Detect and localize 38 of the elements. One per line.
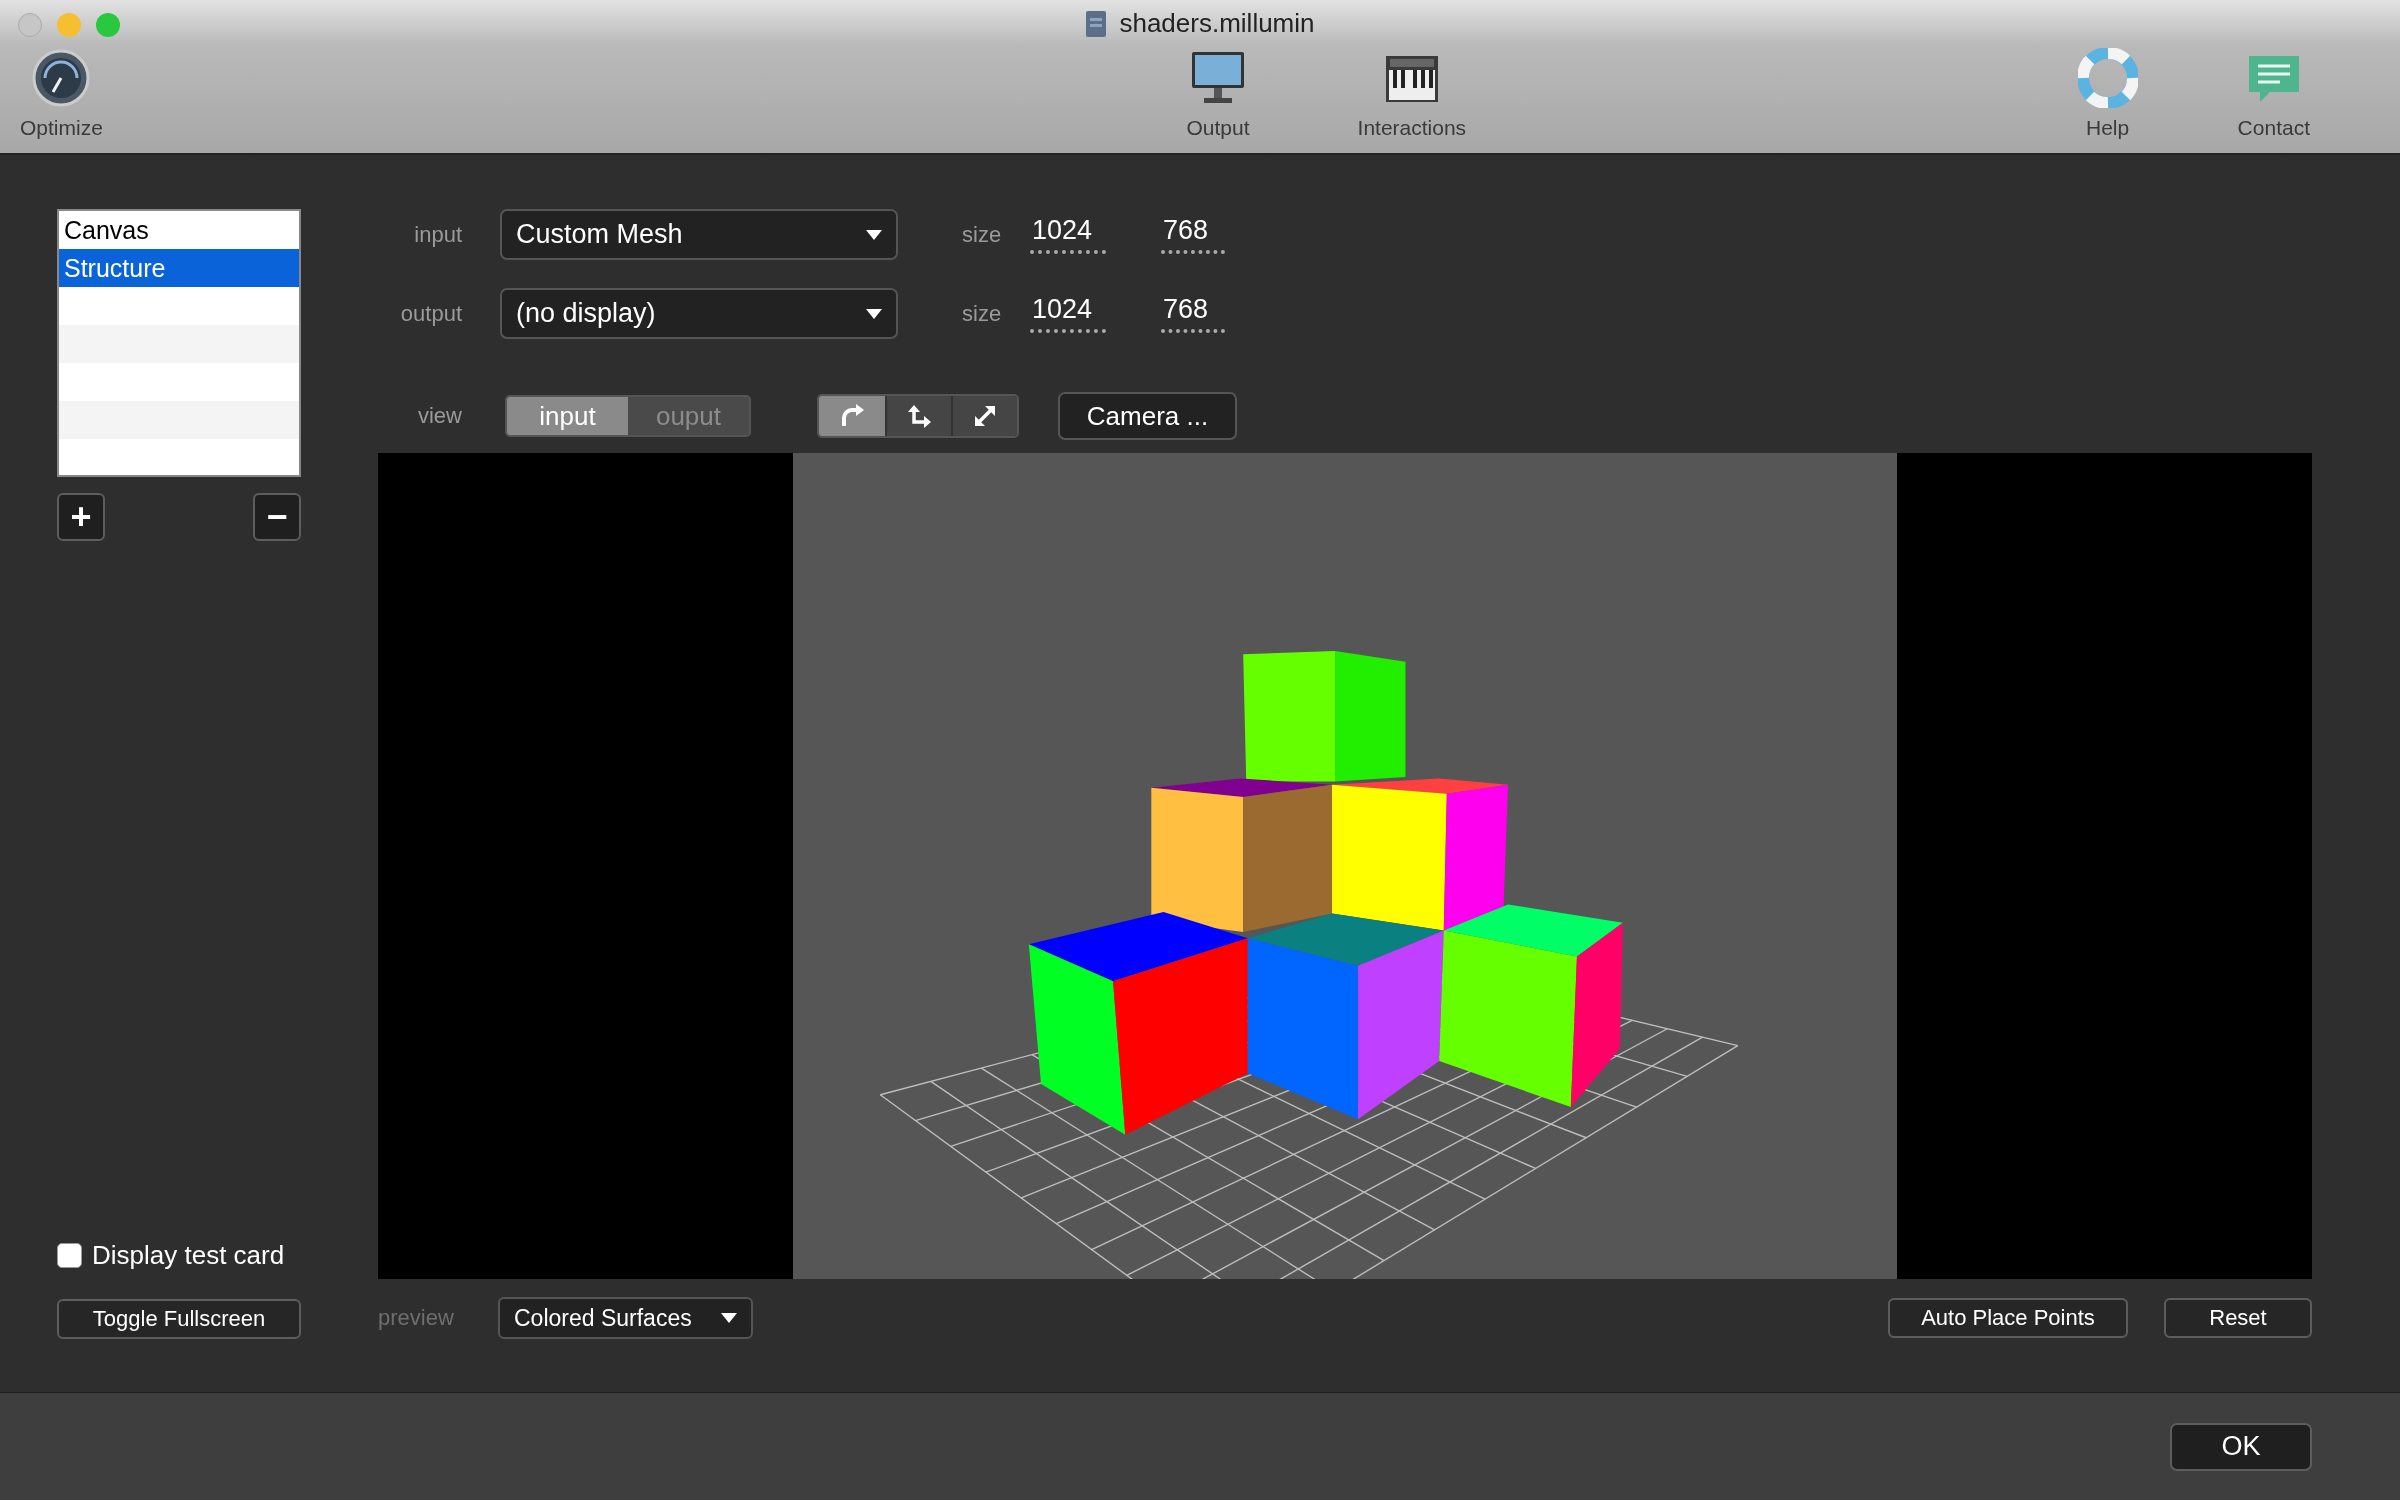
field-label: input — [413, 221, 462, 248]
action-button[interactable]: Reset — [2164, 1298, 2312, 1338]
toggle-fullscreen-button[interactable]: Toggle Fullscreen — [57, 1299, 301, 1339]
lifebuoy-icon — [2077, 48, 2138, 108]
dropdown[interactable]: Custom Mesh — [500, 209, 898, 260]
checkbox[interactable] — [57, 1243, 82, 1268]
field-label: size — [962, 300, 1002, 327]
layer-item[interactable]: Canvas — [59, 211, 299, 249]
add-button[interactable]: + — [57, 493, 105, 541]
caret-icon — [866, 229, 882, 240]
window-title: shaders.millumin — [1119, 8, 1315, 39]
number-field[interactable]: 768 — [1161, 215, 1225, 254]
number-field[interactable]: 1024 — [1030, 215, 1106, 254]
field-label: size — [962, 221, 1002, 248]
field-label: preview — [378, 1305, 455, 1331]
toolbar-button[interactable]: Contact — [2237, 116, 2310, 140]
layer-item[interactable]: Structure — [59, 249, 299, 287]
toolbar-button[interactable]: Optimize — [20, 116, 103, 140]
caret-icon — [866, 308, 882, 319]
action-button[interactable]: Auto Place Points — [1888, 1298, 2128, 1338]
number-field[interactable]: 768 — [1161, 294, 1225, 333]
caret-icon — [721, 1313, 737, 1323]
tool-button[interactable] — [885, 396, 951, 436]
toolbar-button[interactable]: Output — [1186, 116, 1250, 140]
remove-button[interactable]: − — [253, 493, 301, 541]
dropdown[interactable]: Colored Surfaces — [498, 1297, 753, 1339]
toolbar-button[interactable]: Interactions — [1357, 116, 1467, 140]
dropdown[interactable]: (no display) — [500, 288, 898, 339]
tool-button[interactable] — [951, 396, 1017, 436]
number-field[interactable]: 1024 — [1030, 294, 1106, 333]
toolbar-button[interactable]: Help — [2086, 116, 2130, 140]
field-label: output — [399, 300, 462, 327]
gauge-icon — [31, 48, 92, 108]
field-label: view — [417, 403, 462, 429]
document-icon — [1085, 9, 1108, 38]
checkbox-label: Display test card — [92, 1240, 285, 1271]
ok-button[interactable]: OK — [2170, 1422, 2312, 1471]
camera-button[interactable]: Camera ... — [1058, 392, 1237, 440]
